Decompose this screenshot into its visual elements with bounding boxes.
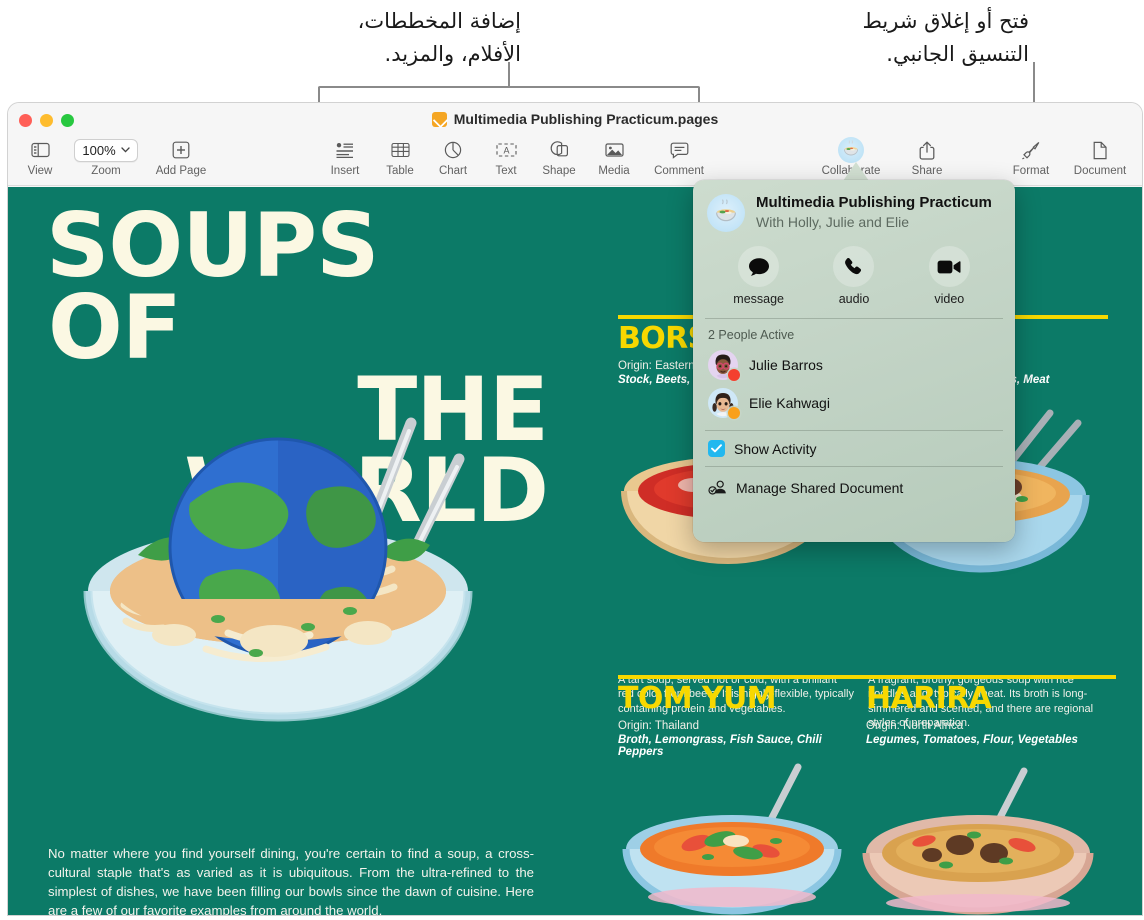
soup-rule — [618, 675, 868, 679]
hero-title-line-1: SOUPS — [46, 194, 380, 297]
audio-action-label: audio — [838, 292, 870, 306]
popover-header-text: Multimedia Publishing Practicum With Hol… — [756, 194, 992, 231]
popover-arrow — [843, 162, 869, 181]
popover-actions: message audio video — [693, 232, 1015, 318]
soup-rule — [866, 675, 1116, 679]
message-bubble-icon — [738, 246, 780, 287]
chevron-down-icon — [120, 147, 130, 153]
document-title-bar: Multimedia Publishing Practicum.pages — [8, 111, 1142, 127]
person-name: Julie Barros — [749, 357, 823, 373]
format-brush-icon — [995, 137, 1067, 163]
soup-ingredients: Legumes, Tomatoes, Flour, Vegetables — [866, 733, 1078, 746]
audio-action-button[interactable]: audio — [819, 246, 889, 306]
collaboration-popover[interactable]: Multimedia Publishing Practicum With Hol… — [693, 180, 1015, 542]
manage-people-icon — [708, 478, 727, 497]
zoom-popup-button[interactable]: 100% — [70, 137, 142, 163]
toolbar-share-button[interactable]: Share — [891, 137, 963, 177]
toolbar: View 100% Zoom Add Page Insert Table Cha… — [8, 131, 1142, 186]
toolbar-share-label: Share — [911, 165, 943, 177]
soup-card-tom-yum: TOM YUM Origin: Thailand Broth, Lemongra… — [618, 675, 868, 758]
toolbar-view-label: View — [27, 165, 53, 177]
soup-illustration-harira — [854, 757, 1110, 915]
toolbar-zoom-label: Zoom — [91, 165, 121, 177]
callout-left-text: إضافة المخططات، الأفلام، والمزيد. — [357, 9, 521, 66]
soup-origin: Origin: Thailand — [618, 719, 699, 732]
avatar — [708, 350, 740, 381]
hero-body-text: No matter where you find yourself dining… — [48, 846, 534, 915]
toolbar-document-label: Document — [1073, 165, 1127, 177]
toolbar-add-page-button[interactable]: Add Page — [145, 137, 217, 177]
person-row-elie-kahwagi[interactable]: Elie Kahwagi — [693, 384, 1015, 422]
soup-name: HARIRA — [866, 681, 992, 716]
show-activity-checkbox[interactable] — [708, 440, 725, 457]
manage-shared-document-item[interactable]: Manage Shared Document — [693, 467, 1015, 508]
soup-illustration-tom-yum — [616, 757, 860, 915]
hero-soup-globe-illustration — [78, 395, 508, 725]
toolbar-comment-label: Comment — [654, 165, 704, 177]
document-icon — [1064, 137, 1136, 163]
video-camera-icon — [928, 246, 970, 287]
toolbar-format-label: Format — [1012, 165, 1050, 177]
media-icon — [578, 137, 650, 163]
toolbar-add-page-label: Add Page — [155, 165, 207, 177]
zoom-value: 100% — [82, 142, 116, 158]
avatar — [708, 388, 740, 419]
callout-left-bracket — [318, 86, 700, 104]
phone-icon — [833, 246, 875, 287]
soup-origin: Origin: North Africa — [866, 719, 964, 732]
plus-box-icon — [145, 137, 217, 163]
sidebar-icon — [8, 137, 76, 163]
callout-right-text: فتح أو إغلاق شريط التنسيق الجانبي. — [862, 9, 1029, 66]
video-action-button[interactable]: video — [914, 246, 984, 306]
manage-shared-document-label: Manage Shared Document — [736, 479, 904, 496]
popover-header: Multimedia Publishing Practicum With Hol… — [693, 180, 1015, 232]
status-badge — [728, 369, 740, 381]
person-row-julie-barros[interactable]: Julie Barros — [693, 346, 1015, 384]
comment-icon — [643, 137, 715, 163]
message-action-button[interactable]: message — [724, 246, 794, 306]
soup-card-harira: HARIRA Origin: North Africa Legumes, Tom… — [866, 675, 1116, 746]
popover-title: Multimedia Publishing Practicum — [756, 194, 992, 211]
toolbar-media-button[interactable]: Media — [578, 137, 650, 177]
share-icon — [891, 137, 963, 163]
toolbar-zoom-control[interactable]: 100% Zoom — [70, 137, 142, 177]
toolbar-comment-button[interactable]: Comment — [643, 137, 715, 177]
document-title-text: Multimedia Publishing Practicum.pages — [453, 111, 719, 127]
checkmark-icon — [711, 444, 722, 453]
pages-app-icon — [431, 111, 447, 127]
show-activity-row[interactable]: Show Activity — [693, 431, 1015, 466]
toolbar-format-button[interactable]: Format — [995, 137, 1067, 177]
toolbar-view-button[interactable]: View — [8, 137, 76, 177]
people-active-header: 2 People Active — [708, 328, 795, 342]
soup-ingredients: Broth, Lemongrass, Fish Sauce, Chili Pep… — [618, 733, 822, 758]
video-action-label: video — [934, 292, 965, 306]
collaborate-avatar-icon — [815, 137, 887, 163]
svg-text:A: A — [503, 146, 509, 156]
toolbar-media-label: Media — [598, 165, 630, 177]
toolbar-document-button[interactable]: Document — [1064, 137, 1136, 177]
shared-document-avatar — [707, 194, 745, 232]
popover-subtitle: With Holly, Julie and Elie — [756, 214, 910, 230]
status-badge — [728, 407, 740, 419]
window-titlebar: Multimedia Publishing Practicum.pages Vi… — [8, 103, 1142, 186]
callout-left-stem — [508, 62, 510, 88]
hero-title-line-2: OF — [48, 275, 182, 379]
message-action-label: message — [733, 292, 785, 306]
soup-name: TOM YUM — [618, 681, 777, 716]
show-activity-label: Show Activity — [734, 440, 817, 457]
person-name: Elie Kahwagi — [749, 395, 830, 411]
